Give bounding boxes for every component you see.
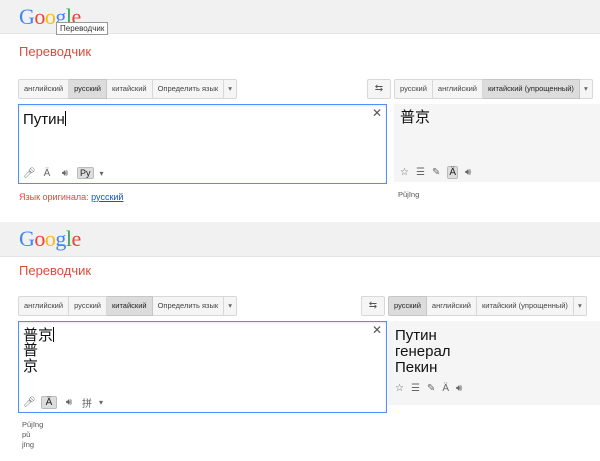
src-lang-detect[interactable]: Определить язык: [152, 296, 225, 316]
src-lang-russian[interactable]: русский: [69, 296, 107, 316]
speaker-icon[interactable]: 🔊︎: [465, 167, 471, 178]
list-icon[interactable]: ☰: [416, 167, 425, 178]
top-bar: Google Переводчик: [0, 0, 600, 35]
logo-tooltip: Переводчик: [56, 22, 109, 35]
page-title: Переводчик: [19, 263, 92, 278]
src-lang-detect[interactable]: Определить язык: [152, 79, 225, 99]
accent-toggle[interactable]: Ä: [41, 168, 53, 179]
translation-result: 普京 ☆ ☰ ✎ Ä 🔊︎: [394, 104, 600, 182]
detected-language-label: Язык оригинала:: [19, 192, 89, 202]
source-language-bar: английский русский китайский Определить …: [18, 79, 238, 99]
tgt-lang-english[interactable]: английский: [426, 296, 477, 316]
pencil-icon[interactable]: ✎: [432, 167, 440, 178]
google-logo[interactable]: Google: [19, 226, 81, 252]
tgt-lang-chinese-simplified[interactable]: китайский (упрощенный): [476, 296, 574, 316]
src-lang-english[interactable]: английский: [18, 296, 70, 316]
target-tools: ☆ ☰ ✎ Ä 🔊︎: [395, 383, 462, 394]
page-title: Переводчик: [19, 44, 92, 59]
romanization-line-2: pǔ: [22, 430, 31, 439]
source-romanization: Pǔjīng pǔ jīng: [22, 420, 43, 450]
translation-result: Путин генерал Пекин ☆ ☰ ✎ Ä 🔊︎: [388, 321, 600, 405]
translate-panel-1: Google Переводчик Переводчик английский …: [0, 0, 600, 220]
detected-language: Язык оригинала: русский: [19, 192, 123, 202]
target-language-bar: русский английский китайский (упрощенный…: [394, 79, 593, 99]
pencil-icon[interactable]: ✎: [427, 383, 435, 394]
top-bar: Google: [0, 222, 600, 257]
speaker-icon[interactable]: 🔊︎: [59, 168, 71, 179]
translation-line-1: Путин: [395, 327, 437, 344]
translation-text: 普京: [400, 109, 431, 126]
detected-language-link[interactable]: русский: [91, 192, 123, 202]
text-caret: [64, 111, 66, 126]
source-tools: 🎤︎ Ä 🔊︎ 拼 ▾: [23, 395, 103, 410]
accent-toggle[interactable]: Ä: [442, 383, 449, 394]
chevron-down-icon[interactable]: ▾: [579, 79, 593, 99]
keyboard-button[interactable]: Ру: [77, 167, 94, 179]
speaker-icon[interactable]: 🔊︎: [456, 383, 462, 394]
romanization-line-1: Pǔjīng: [22, 420, 44, 429]
source-line-3: 京: [23, 358, 39, 375]
tgt-lang-english[interactable]: английский: [432, 79, 483, 99]
source-language-bar: английский русский китайский Определить …: [18, 296, 238, 316]
src-lang-chinese[interactable]: китайский: [106, 79, 153, 99]
source-text-area[interactable]: Путин ✕ 🎤︎ Ä 🔊︎ Ру ▾: [18, 104, 387, 184]
target-language-bar: русский английский китайский (упрощенный…: [388, 296, 587, 316]
translate-panel-2: Google Переводчик английский русский кит…: [0, 222, 600, 461]
target-romanization: Pǔjīng: [398, 190, 420, 199]
source-line-2: 普: [23, 342, 39, 359]
tgt-lang-russian[interactable]: русский: [394, 79, 433, 99]
mic-icon[interactable]: 🎤︎: [23, 168, 36, 179]
source-tools: 🎤︎ Ä 🔊︎ Ру ▾: [23, 167, 104, 179]
chevron-down-icon[interactable]: ▾: [573, 296, 587, 316]
src-lang-chinese[interactable]: китайский: [106, 296, 153, 316]
translation-line-3: Пекин: [395, 359, 438, 376]
speaker-icon[interactable]: 🔊︎: [63, 397, 75, 408]
keyboard-button[interactable]: 拼: [81, 395, 93, 410]
star-icon[interactable]: ☆: [395, 383, 404, 394]
chevron-down-icon[interactable]: ▾: [224, 296, 238, 316]
clear-icon[interactable]: ✕: [372, 106, 382, 120]
tgt-lang-chinese-simplified[interactable]: китайский (упрощенный): [482, 79, 580, 99]
swap-icon[interactable]: ⇆: [367, 79, 391, 99]
chevron-down-icon[interactable]: ▾: [224, 79, 238, 99]
mic-icon[interactable]: 🎤︎: [23, 397, 36, 408]
accent-toggle[interactable]: Ä: [41, 396, 57, 409]
source-text: Путин: [23, 111, 65, 128]
star-icon[interactable]: ☆: [400, 167, 409, 178]
src-lang-russian[interactable]: русский: [69, 79, 107, 99]
translation-line-2: генерал: [395, 343, 451, 360]
clear-icon[interactable]: ✕: [372, 323, 382, 337]
src-lang-english[interactable]: английский: [18, 79, 70, 99]
list-icon[interactable]: ☰: [411, 383, 420, 394]
swap-icon[interactable]: ⇆: [361, 296, 385, 316]
chevron-down-icon[interactable]: ▾: [100, 169, 104, 178]
source-text-area[interactable]: 普京 普 京 ✕ 🎤︎ Ä 🔊︎ 拼 ▾: [18, 321, 387, 413]
accent-toggle[interactable]: Ä: [447, 166, 458, 179]
tgt-lang-russian[interactable]: русский: [388, 296, 427, 316]
chevron-down-icon[interactable]: ▾: [99, 398, 103, 407]
target-tools: ☆ ☰ ✎ Ä 🔊︎: [400, 166, 471, 179]
romanization-line-3: jīng: [22, 440, 35, 449]
text-caret: [53, 327, 55, 342]
